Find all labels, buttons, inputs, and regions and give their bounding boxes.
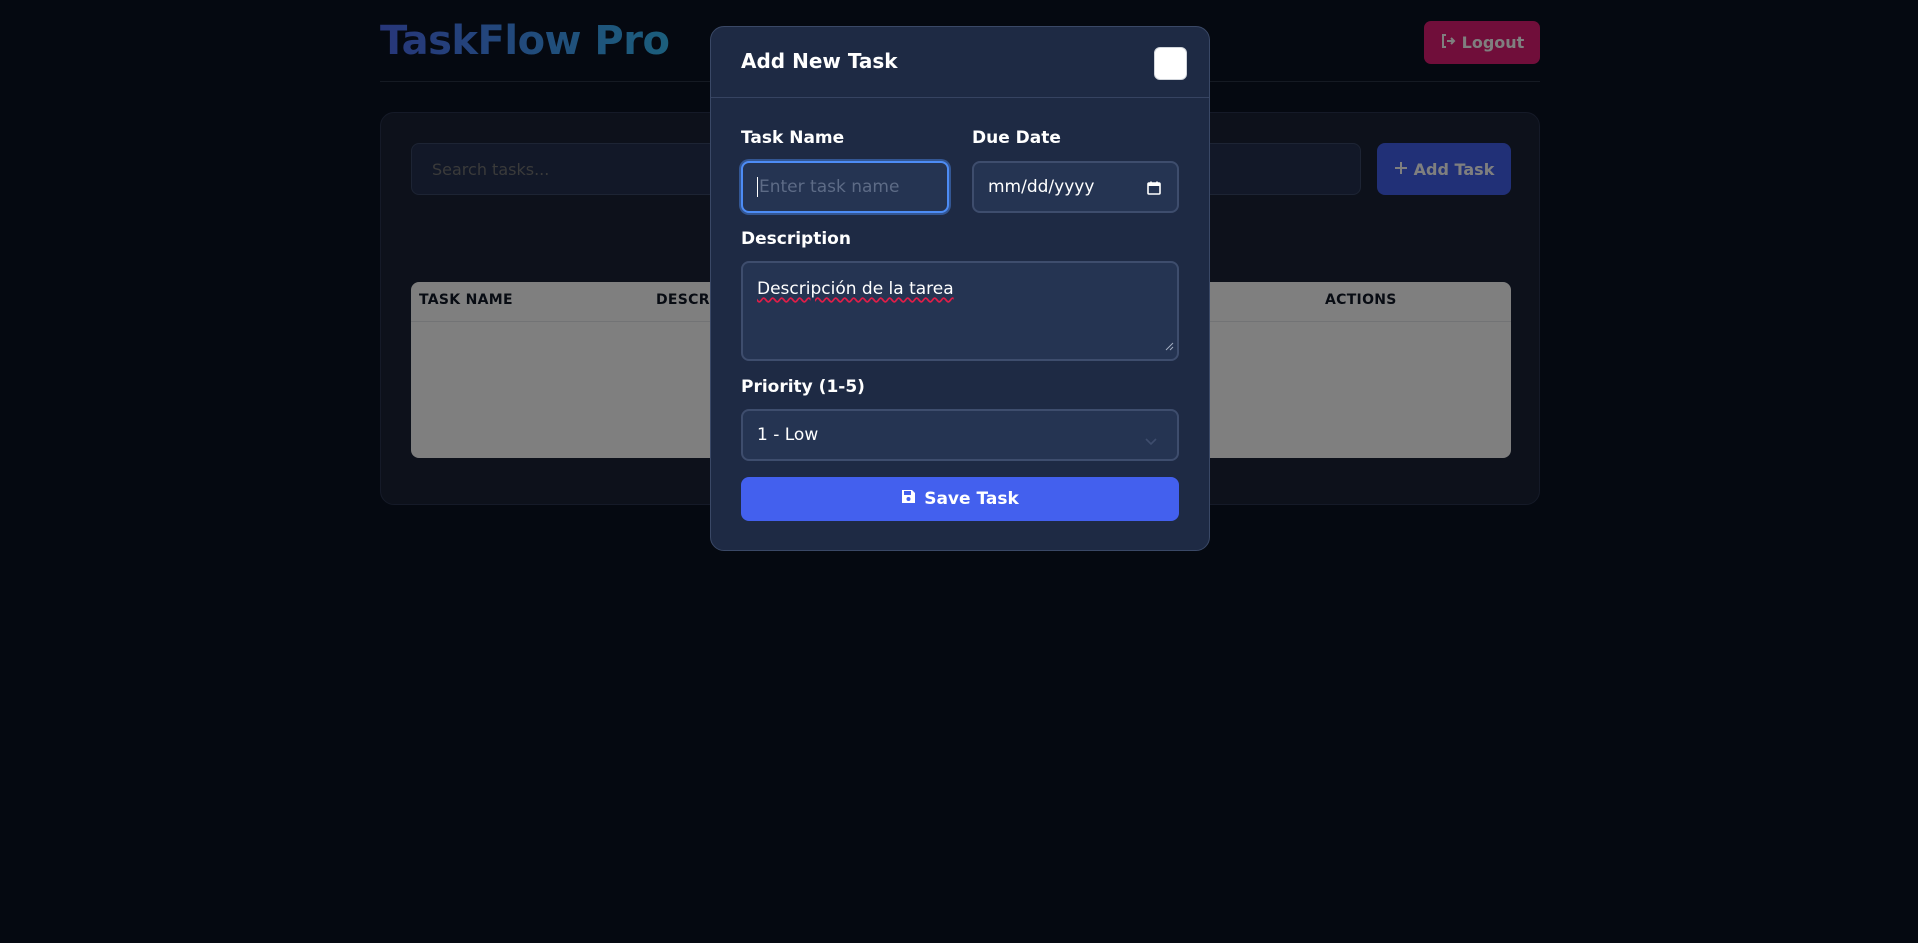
text-caret (757, 177, 758, 197)
calendar-icon[interactable] (1147, 180, 1161, 200)
save-task-label: Save Task (924, 489, 1019, 509)
resize-grip-icon[interactable] (1165, 336, 1174, 356)
due-date-label: Due Date (972, 128, 1061, 148)
due-date-value: mm/dd/yyyy (988, 177, 1095, 197)
task-name-label: Task Name (741, 128, 845, 148)
modal-title: Add New Task (741, 49, 898, 73)
save-icon (901, 489, 916, 509)
save-task-button[interactable]: Save Task (741, 477, 1179, 521)
description-textarea[interactable]: Descripción de la tarea (741, 261, 1179, 361)
add-task-modal: Add New Task Task Name Enter task name D… (710, 26, 1210, 551)
priority-label: Priority (1-5) (741, 377, 865, 397)
task-name-placeholder: Enter task name (759, 177, 900, 197)
priority-value: 1 - Low (757, 425, 819, 445)
description-label: Description (741, 229, 851, 249)
close-button[interactable] (1154, 47, 1187, 80)
chevron-down-icon (1145, 431, 1157, 451)
description-value: Descripción de la tarea (757, 279, 954, 299)
modal-header: Add New Task (711, 27, 1209, 98)
priority-select[interactable]: 1 - Low (741, 409, 1179, 461)
task-name-input[interactable]: Enter task name (741, 161, 949, 213)
due-date-input[interactable]: mm/dd/yyyy (972, 161, 1179, 213)
